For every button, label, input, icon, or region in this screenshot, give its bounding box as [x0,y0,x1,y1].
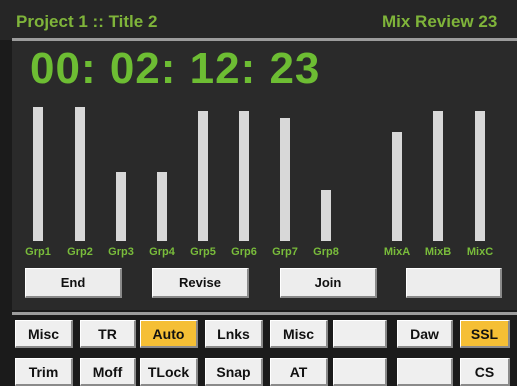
key-keys_row2-moff[interactable]: Moff [80,358,136,386]
meter-label-grp8: Grp8 [313,246,339,258]
key-keys_row1-auto[interactable]: Auto [140,320,198,348]
key-keys_row2-snap[interactable]: Snap [205,358,263,386]
key-keys_row1-ssl[interactable]: SSL [460,320,510,348]
meter-label-mixb: MixB [424,246,452,258]
timecode-display: 00: 02: 12: 23 [30,44,321,93]
meter-bar-mixb [433,111,443,241]
key-keys_row2-trim[interactable]: Trim [15,358,73,386]
end-button[interactable]: End [25,268,122,298]
mix-console: Project 1 :: Title 2 Mix Review 23 00: 0… [0,0,517,386]
review-title: Mix Review 23 [382,12,498,31]
keypad-divider [12,312,517,315]
meter-bar-grp5 [198,111,208,241]
meter-bar-grp2 [75,107,85,241]
key-keys_row1-tr[interactable]: TR [80,320,136,348]
meter-label-mixa: MixA [383,246,411,258]
meter-bar-grp7 [280,118,290,241]
meter-bar-mixa [392,132,402,241]
key-keys_row2-blank-6[interactable] [397,358,453,386]
key-keys_row1-daw[interactable]: Daw [397,320,453,348]
meter-bar-grp6 [239,111,249,241]
meter-bar-grp8 [321,190,331,241]
key-keys_row2-cs[interactable]: CS [460,358,510,386]
key-keys_row1-lnks[interactable]: Lnks [205,320,263,348]
meter-label-mixc: MixC [466,246,494,258]
key-keys_row1-misc[interactable]: Misc [270,320,328,348]
meter-bar-grp1 [33,107,43,241]
key-keys_row1-misc[interactable]: Misc [15,320,73,348]
meter-label-grp2: Grp2 [67,246,93,258]
meter-label-grp3: Grp3 [108,246,134,258]
blank-function-button[interactable] [406,268,502,298]
meter-label-grp6: Grp6 [231,246,257,258]
meter-label-grp7: Grp7 [272,246,298,258]
meter-label-grp4: Grp4 [149,246,175,258]
key-keys_row2-blank-5[interactable] [333,358,387,386]
meter-bar-grp3 [116,172,126,241]
meter-bar-mixc [475,111,485,241]
meter-label-grp5: Grp5 [190,246,216,258]
revise-button[interactable]: Revise [152,268,249,298]
meter-bar-grp4 [157,172,167,241]
key-keys_row1-blank-5[interactable] [333,320,387,348]
project-title: Project 1 :: Title 2 [16,12,158,31]
join-button[interactable]: Join [280,268,377,298]
title-bar: Project 1 :: Title 2 Mix Review 23 [0,0,517,40]
meter-label-grp1: Grp1 [25,246,51,258]
key-keys_row2-at[interactable]: AT [270,358,328,386]
key-keys_row2-tlock[interactable]: TLock [140,358,198,386]
